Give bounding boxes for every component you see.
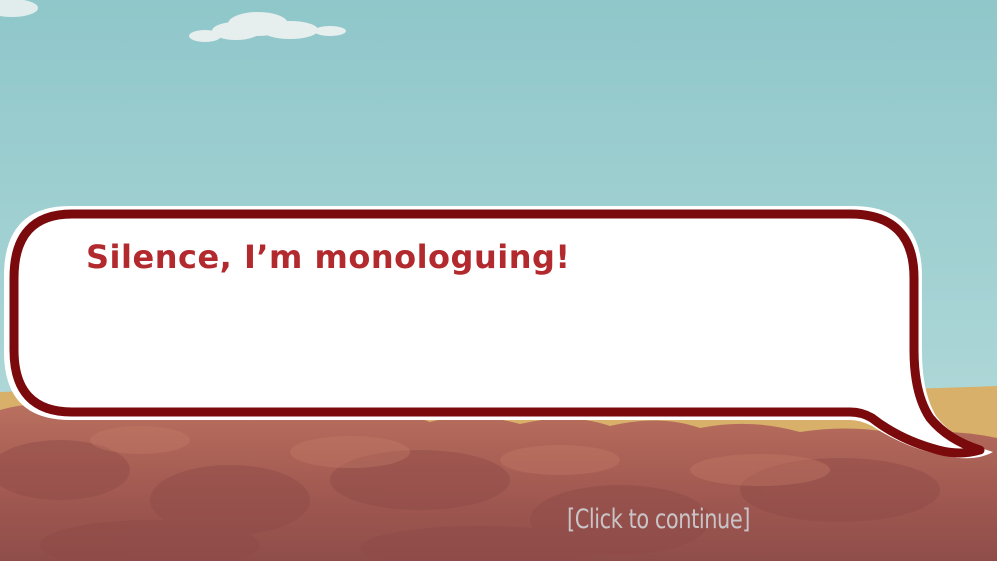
speech-bubble[interactable] [0,0,997,561]
game-scene[interactable]: Silence, I’m monologuing! [Click to cont… [0,0,997,561]
dialogue-text: Silence, I’m monologuing! [86,238,571,276]
click-to-continue-button[interactable]: [Click to continue] [567,504,750,535]
